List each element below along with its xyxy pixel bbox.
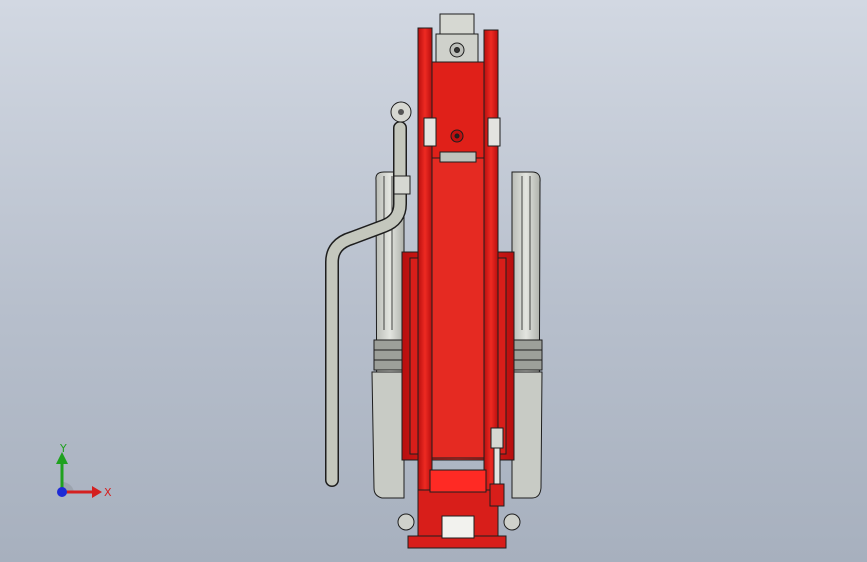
coordinate-triad: Y X — [56, 442, 112, 499]
robot-arm-model[interactable] — [0, 0, 867, 562]
y-axis-label: Y — [59, 442, 67, 455]
x-axis-label: X — [104, 486, 112, 499]
graphics-viewport[interactable]: Y X — [0, 0, 867, 562]
right-housing — [511, 171, 543, 499]
z-axis-dot — [57, 487, 67, 497]
